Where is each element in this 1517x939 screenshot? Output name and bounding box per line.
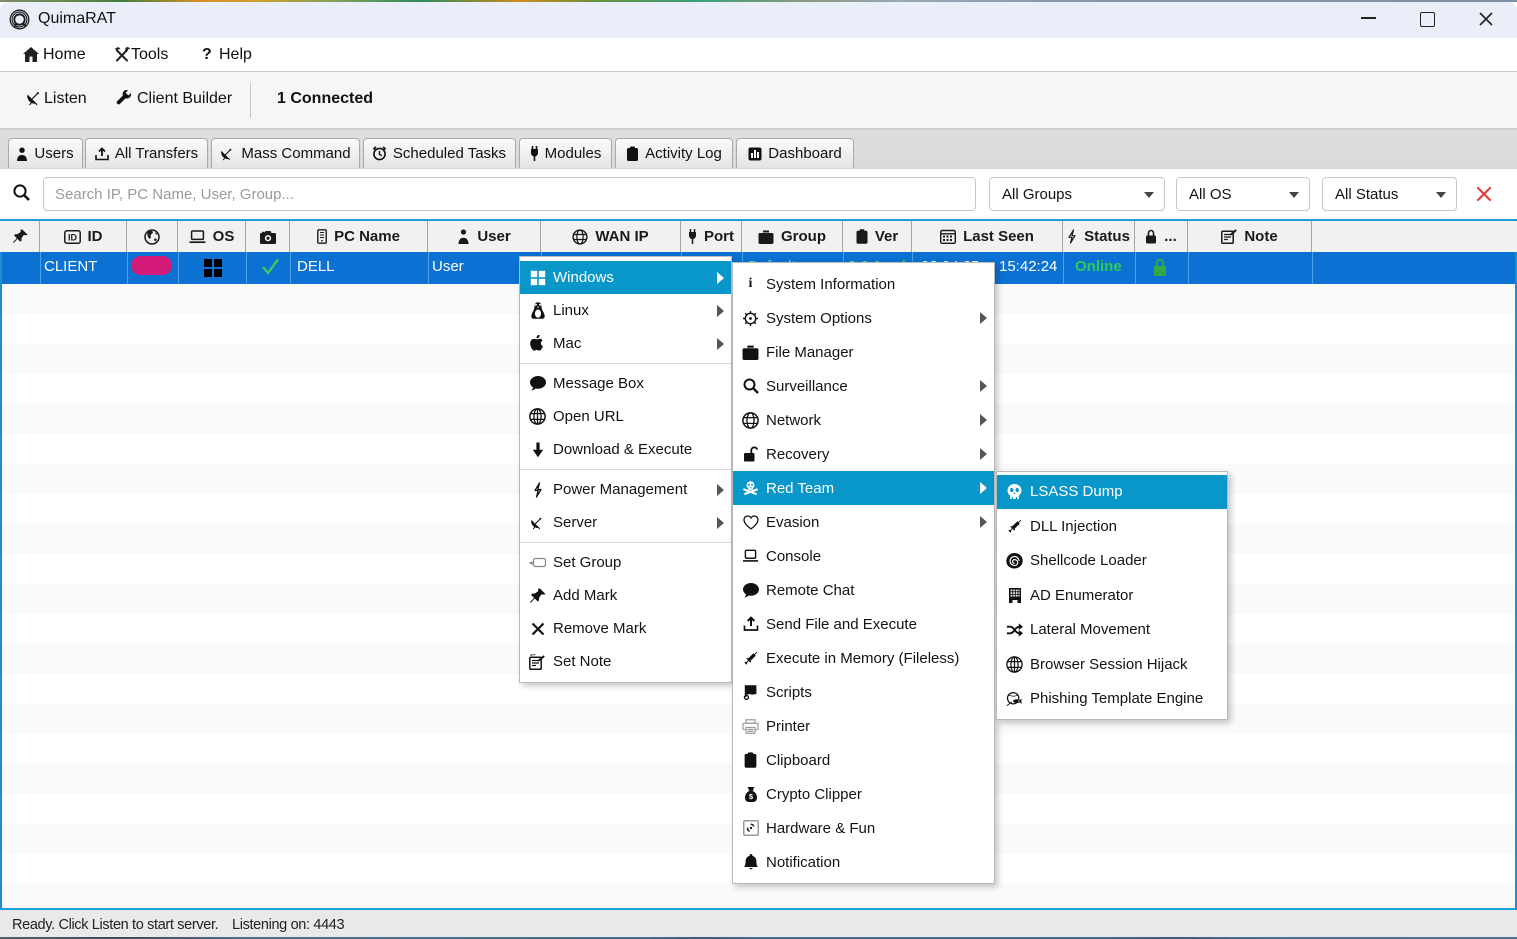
svg-text:ID: ID <box>68 232 78 242</box>
